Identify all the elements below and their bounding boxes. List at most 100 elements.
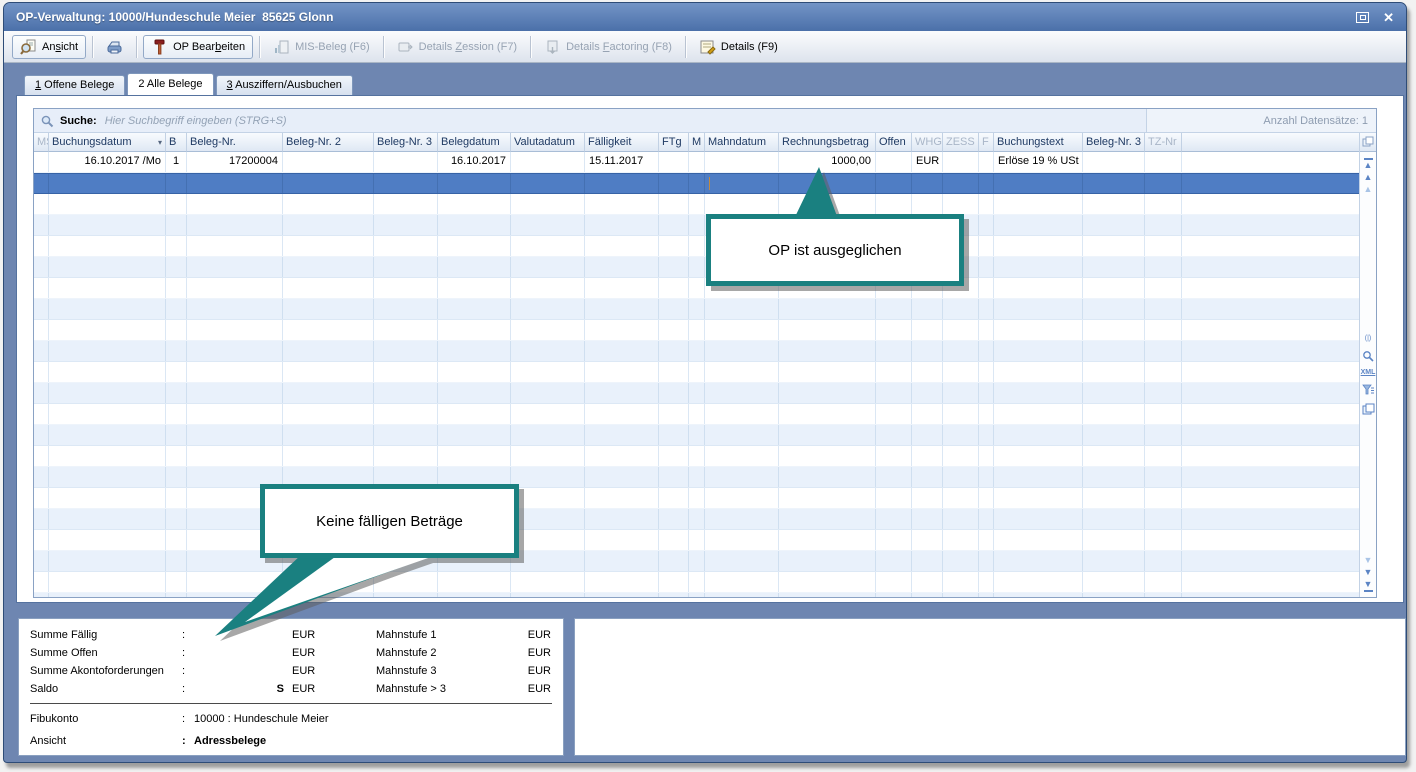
table-cell: [1145, 320, 1182, 340]
scroll-up-icon[interactable]: ▲: [1364, 173, 1373, 182]
table-row-selected[interactable]: [34, 173, 1359, 194]
table-row[interactable]: [34, 404, 1359, 425]
mis-beleg-button[interactable]: MIS-Beleg (F6): [266, 35, 377, 59]
column-header-whg[interactable]: WHG: [912, 133, 943, 152]
column-header-tz-nr[interactable]: TZ-Nr: [1145, 133, 1182, 152]
search-input[interactable]: [103, 114, 1146, 128]
current-record-icon[interactable]: (|): [1365, 335, 1371, 343]
table-cell: [283, 362, 374, 382]
table-row[interactable]: [34, 215, 1359, 236]
table-cell: [283, 236, 374, 256]
filter-icon[interactable]: [1362, 384, 1375, 396]
table-row[interactable]: [34, 425, 1359, 446]
table-cell: [659, 194, 689, 214]
callout-text: OP ist ausgeglichen: [706, 214, 964, 286]
scroll-down-icon[interactable]: ▼: [1364, 568, 1373, 577]
column-header-b[interactable]: B: [166, 133, 187, 152]
sort-indicator-icon: ▾: [158, 138, 162, 147]
column-header-belegdatum[interactable]: Belegdatum: [438, 133, 511, 152]
tab-offene-belege[interactable]: 1 Offene Belege: [24, 75, 125, 95]
table-cell: [1083, 236, 1145, 256]
table-cell: [689, 593, 705, 597]
copy-grid-icon[interactable]: [1362, 136, 1374, 148]
table-row[interactable]: [34, 320, 1359, 341]
table-row-data[interactable]: 16.10.2017 /Mo11720000416.10.201715.11.2…: [34, 152, 1359, 173]
column-header-ms[interactable]: MS: [34, 133, 49, 152]
table-cell: [438, 215, 511, 235]
column-header-m[interactable]: M: [689, 133, 705, 152]
xml-export-icon[interactable]: XML: [1361, 369, 1376, 377]
column-header-beleg-nr-2[interactable]: Beleg-Nr. 2: [283, 133, 374, 152]
column-header-offen[interactable]: Offen: [876, 133, 912, 152]
table-cell: [34, 593, 49, 597]
toolbar-separator: [259, 36, 260, 58]
scroll-last-icon[interactable]: ▼: [1364, 580, 1373, 593]
tab-alle-belege[interactable]: 2 Alle Belege: [127, 73, 213, 95]
table-cell: [585, 320, 659, 340]
column-header-buchungsdatum[interactable]: Buchungsdatum▾: [49, 133, 166, 152]
table-row[interactable]: [34, 236, 1359, 257]
table-cell: [659, 236, 689, 256]
table-row[interactable]: [34, 194, 1359, 215]
close-icon[interactable]: ✕: [1383, 11, 1394, 24]
table-row[interactable]: [34, 257, 1359, 278]
table-cell: [689, 488, 705, 508]
column-header-ftg[interactable]: FTg: [659, 133, 689, 152]
table-cell: [659, 425, 689, 445]
table-row[interactable]: [34, 362, 1359, 383]
table-row[interactable]: [34, 446, 1359, 467]
scroll-up-page-icon[interactable]: ▲: [1364, 185, 1373, 194]
table-cell: [994, 509, 1083, 529]
table-cell: [511, 341, 585, 361]
table-cell: [705, 341, 779, 361]
table-cell: [438, 362, 511, 382]
column-header-rechnungsbetrag[interactable]: Rechnungsbetrag: [779, 133, 876, 152]
table-cell: [187, 299, 283, 319]
column-header-beleg-nr-3[interactable]: Beleg-Nr. 3: [1083, 133, 1145, 152]
table-cell: [511, 404, 585, 424]
table-cell: [511, 194, 585, 214]
table-cell: [34, 174, 49, 193]
table-row[interactable]: [34, 278, 1359, 299]
op-bearbeiten-button[interactable]: OP Bearbeiten: [143, 35, 253, 59]
table-cell: [1145, 362, 1182, 382]
column-header-valutadatum[interactable]: Valutadatum: [511, 133, 585, 152]
table-cell: [779, 425, 876, 445]
details-button[interactable]: Details (F9): [692, 35, 785, 59]
scroll-down-page-icon[interactable]: ▼: [1364, 556, 1373, 565]
column-header-beleg-nr-[interactable]: Beleg-Nr.: [187, 133, 283, 152]
ansicht-button[interactable]: Ansicht: [12, 35, 86, 59]
details-factoring-button[interactable]: Details Factoring (F8): [537, 35, 679, 59]
tab-ausziffern-ausbuchen[interactable]: 3 Ausziffern/Ausbuchen: [216, 75, 353, 95]
zoom-search-icon[interactable]: [1362, 350, 1374, 362]
scroll-first-icon[interactable]: ▲: [1364, 157, 1373, 170]
column-header-buchungstext[interactable]: Buchungstext: [994, 133, 1083, 152]
table-cell: [49, 257, 166, 277]
table-cell: [912, 299, 943, 319]
column-header-beleg-nr-3[interactable]: Beleg-Nr. 3: [374, 133, 438, 152]
table-cell: [511, 320, 585, 340]
table-cell: [1145, 488, 1182, 508]
titlebar[interactable]: OP-Verwaltung: 10000/Hundeschule Meier 8…: [4, 3, 1406, 31]
table-cell: [1145, 509, 1182, 529]
column-header-zess[interactable]: ZESS: [943, 133, 979, 152]
table-cell: [779, 320, 876, 340]
table-row[interactable]: [34, 299, 1359, 320]
toolbar: Ansicht OP Bearbeiten MIS-Beleg (F6): [4, 31, 1406, 63]
table-cell: [585, 236, 659, 256]
table-cell: [49, 446, 166, 466]
column-header-fälligkeit[interactable]: Fälligkeit: [585, 133, 659, 152]
table-row[interactable]: [34, 341, 1359, 362]
table-cell-filler: [1182, 257, 1359, 277]
print-button[interactable]: [99, 35, 130, 59]
table-cell-filler: [1182, 215, 1359, 235]
column-header-f[interactable]: F: [979, 133, 994, 152]
details-zession-button[interactable]: Details Zession (F7): [390, 35, 524, 59]
table-row[interactable]: [34, 383, 1359, 404]
column-header-mahndatum[interactable]: Mahndatum: [705, 133, 779, 152]
restore-window-icon[interactable]: [1356, 12, 1369, 23]
table-cell: [1083, 551, 1145, 571]
table-cell: [1145, 299, 1182, 319]
copy-pages-icon[interactable]: [1362, 403, 1375, 415]
table-cell: [49, 174, 166, 193]
